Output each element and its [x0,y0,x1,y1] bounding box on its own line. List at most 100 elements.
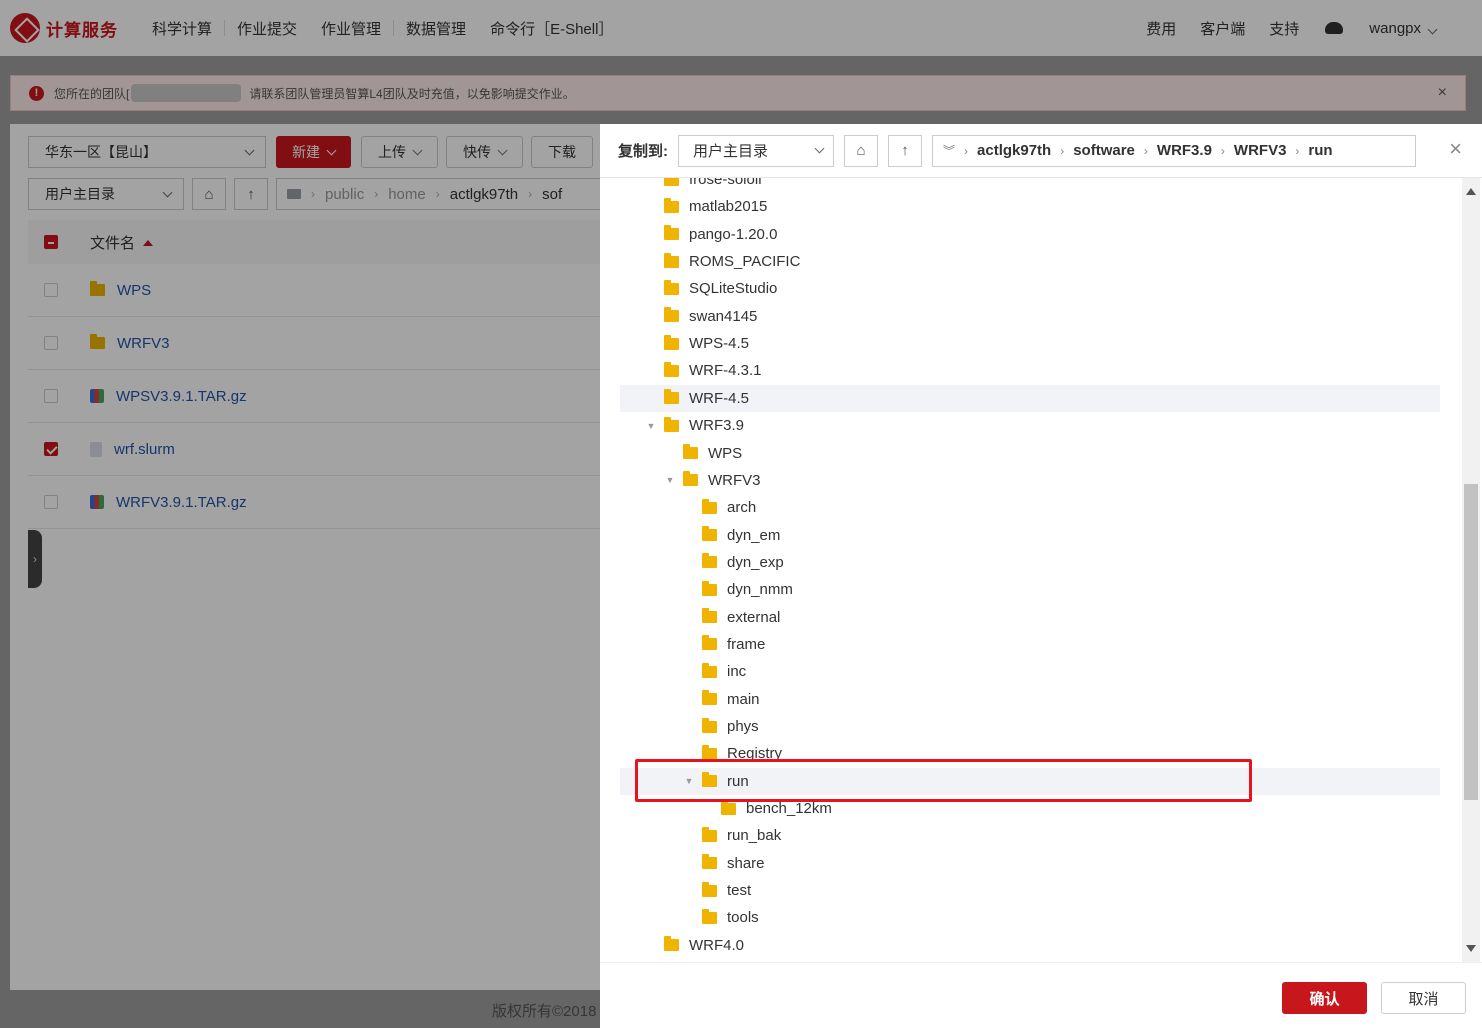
scrollbar-thumb[interactable] [1464,484,1478,800]
scrollbar[interactable] [1462,178,1480,962]
folder-icon [702,580,717,596]
chevron-right-icon: › [1220,143,1225,158]
caret-down-icon[interactable]: ▼ [665,475,675,485]
tree-node-label: inc [727,663,747,681]
chevron-right-icon: › [1143,143,1148,158]
folder-icon [664,252,679,268]
folder-icon [664,197,679,213]
tree-node[interactable]: test [620,877,1440,904]
tree-node[interactable]: frame [620,631,1440,658]
home-button[interactable]: ⌂ [844,134,878,167]
tree-node[interactable]: inc [620,658,1440,685]
tree-node[interactable]: tools [620,904,1440,931]
modal-overlay [600,0,1482,124]
folder-icon [664,225,679,241]
tree-node[interactable]: WRF-4.5 [620,384,1440,412]
chevron-right-icon: › [1060,143,1065,158]
breadcrumb-item[interactable]: WRFV3 [1234,142,1287,159]
copy-to-label: 复制到: [618,143,668,160]
breadcrumb-item[interactable]: actlgk97th [977,142,1051,159]
tree-node[interactable]: run_bak [620,822,1440,849]
tree-node-label: phys [727,718,759,735]
folder-icon [721,799,736,815]
folder-icon [702,553,717,569]
target-directory-select[interactable]: 用户主目录 [678,134,834,167]
tree-node[interactable]: phys [620,713,1440,740]
scroll-up-arrow-icon[interactable] [1466,188,1476,195]
tree-node-label: WRF-4.3.1 [689,362,762,380]
double-chevron-down-icon[interactable]: ︾ [943,142,955,159]
tree-node-label: ROMS_PACIFIC [689,253,801,271]
tree-node[interactable]: pango-1.20.0 [620,221,1440,248]
folder-icon [664,307,679,323]
tree-node-label: SQLiteStudio [689,280,778,298]
folder-icon [683,444,698,459]
tree-node-label: run_bak [727,827,782,845]
home-icon: ⌂ [856,142,866,159]
tree-node[interactable]: WRF4.0 [620,932,1440,959]
tree-node-label: dyn_nmm [727,581,793,599]
tree-node[interactable]: dyn_exp [620,549,1440,576]
tree-node-label: WPS [708,444,743,462]
tree-node-label: WRFV3 [708,471,761,489]
folder-icon [664,178,679,186]
confirm-button[interactable]: 确认 [1282,982,1367,1014]
tree-node-label: external [727,608,781,626]
folder-tree: frose-soloil matlab2015 pango-1.20.0 ROMS_P… [620,178,1454,962]
folder-icon [702,498,717,514]
cancel-button[interactable]: 取消 [1381,982,1466,1014]
tree-node-label: swan4145 [689,307,758,325]
selection-highlight-box [635,759,1252,802]
tree-node[interactable]: WPS-4.5 [620,330,1440,357]
folder-icon [664,389,679,405]
folder-icon [664,279,679,295]
tree-node-label: main [727,690,760,708]
target-directory-value: 用户主目录 [693,143,769,160]
tree-node[interactable]: ▼ WRF3.9 [620,412,1440,439]
tree-node-label: WRF4.0 [689,936,745,954]
breadcrumb-item[interactable]: WRF3.9 [1157,142,1212,159]
tree-node[interactable]: dyn_em [620,522,1440,549]
scroll-down-arrow-icon[interactable] [1466,945,1476,952]
tree-node[interactable]: WPS [620,440,1440,467]
folder-icon [702,908,717,924]
tree-node[interactable]: share [620,850,1440,877]
parent-dir-button[interactable]: ↑ [888,134,922,167]
close-icon[interactable]: × [1449,136,1462,162]
tree-node[interactable]: ROMS_PACIFIC [620,248,1440,275]
folder-icon [702,854,717,870]
tree-node[interactable]: WRF-4.3.1 [620,357,1440,384]
dialog-header: 复制到: 用户主目录 ⌂ ↑ ︾ › actlgk97th › software… [600,124,1482,178]
folder-icon [702,826,717,842]
tree-node[interactable]: matlab2015 [620,193,1440,220]
tree-node[interactable]: arch [620,494,1440,521]
folder-icon [702,526,717,542]
tree-node[interactable]: external [620,604,1440,631]
tree-node[interactable]: SQLiteStudio [620,275,1440,302]
tree-node[interactable]: swan4145 [620,303,1440,330]
folder-icon [664,416,679,432]
breadcrumb-item[interactable]: software [1073,142,1135,159]
folder-icon [664,361,679,377]
tree-node[interactable]: frose-soloil [620,178,1440,193]
tree-node-label: WPS-4.5 [689,335,750,353]
breadcrumb-item[interactable]: run [1308,142,1332,159]
chevron-down-icon [814,143,825,154]
folder-icon [702,608,717,624]
tree-node-label: tools [727,909,759,927]
tree-node-label: matlab2015 [689,198,768,216]
folder-icon [702,690,717,706]
tree-node-label: dyn_exp [727,553,784,571]
tree-node-label: frose-soloil [689,178,762,188]
tree-node[interactable]: dyn_nmm [620,576,1440,603]
dialog-footer: 确认 取消 [600,962,1482,1028]
folder-icon [664,334,679,350]
folder-icon [702,717,717,733]
folder-icon [664,936,679,952]
arrow-up-icon: ↑ [901,142,909,159]
folder-icon [702,881,717,897]
caret-down-icon[interactable]: ▼ [646,421,656,431]
tree-node[interactable]: main [620,686,1440,713]
tree-node-label: arch [727,499,757,517]
tree-node[interactable]: ▼ WRFV3 [620,467,1440,494]
